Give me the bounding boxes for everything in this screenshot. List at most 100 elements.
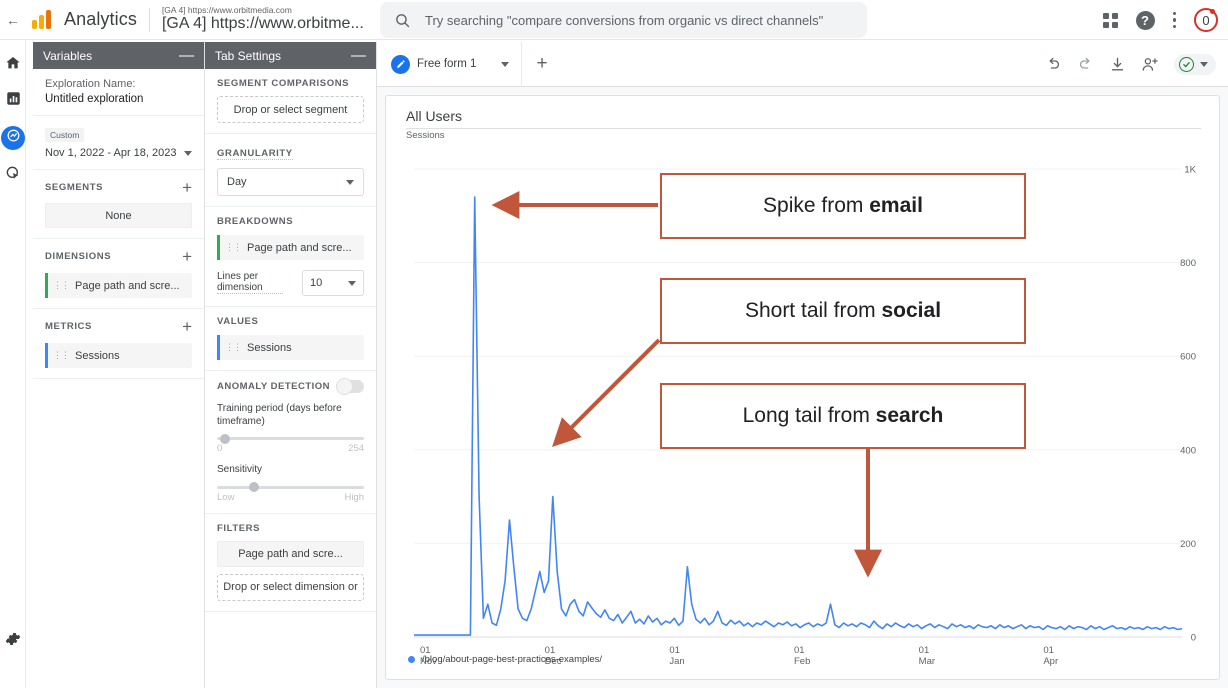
add-metric-button[interactable]: + [182,318,192,335]
apps-grid-icon[interactable] [1102,12,1118,28]
reports-icon [6,91,21,111]
anomaly-detection-label: ANOMALY DETECTION [217,380,331,392]
drag-handle-icon[interactable]: ⋮⋮ [225,343,242,352]
collapse-variables-icon[interactable]: — [179,48,194,63]
app-header: ← Analytics [GA 4] https://www.orbitmedi… [0,0,1228,40]
segments-label: SEGMENTS [45,182,104,193]
filter-chip-page-path[interactable]: Page path and scre... [217,540,364,567]
back-arrow-icon[interactable]: ← [2,12,24,28]
training-period-label: Training period (days before timeframe) [217,403,342,427]
breakdown-chip-page-path[interactable]: ⋮⋮ Page path and scre... [217,235,364,260]
metric-chip-sessions[interactable]: ⋮⋮ Sessions [45,343,192,368]
pencil-icon [391,54,410,74]
sensitivity-min: Low [217,491,235,503]
header-actions: ? 0 [1102,0,1218,40]
x-axis-tick-day: 01 [1043,645,1054,656]
date-range-section[interactable]: Custom Nov 1, 2022 - Apr 18, 2023 [33,116,204,170]
drag-handle-icon[interactable]: ⋮⋮ [225,243,242,252]
avatar[interactable]: 0 [1194,8,1218,32]
date-range-chip: Custom [45,128,85,142]
breakdowns-label: BREAKDOWNS [217,216,294,227]
home-icon [5,55,21,76]
x-axis-tick-day: 01 [794,645,805,656]
sidebar-item-advertising[interactable] [2,164,24,186]
lines-per-dimension-row: Lines per dimension 10 [217,270,364,296]
undo-icon[interactable] [1045,56,1062,73]
sidebar-item-explore[interactable] [1,126,25,150]
value-chip-sessions[interactable]: ⋮⋮ Sessions [217,335,364,360]
drag-handle-icon[interactable]: ⋮⋮ [53,281,70,290]
canvas-toolbar [1045,42,1216,86]
y-axis-tick-label: 200 [1180,539,1196,550]
search-input[interactable] [423,11,853,29]
segment-item-none[interactable]: None [45,203,192,228]
dimension-chip-page-path[interactable]: ⋮⋮ Page path and scre... [45,273,192,298]
sensitivity-label: Sensitivity [217,464,263,475]
chevron-down-icon[interactable] [184,150,192,156]
anomaly-detection-section: ANOMALY DETECTION Training period (days … [205,371,376,514]
training-period-max: 254 [348,443,364,454]
more-vertical-icon[interactable] [1172,11,1176,29]
annotation-box-search: Long tail from search [660,383,1026,449]
metrics-label: METRICS [45,321,92,332]
header-divider [148,7,150,32]
filter-dropzone-label: Drop or select dimension or [223,581,358,593]
anomaly-detection-toggle[interactable] [336,378,364,395]
lines-per-dimension-label: Lines per dimension [217,271,283,294]
annotation-box-email: Spike from email [660,173,1026,239]
chevron-down-icon[interactable] [501,61,510,67]
training-period-slider[interactable] [217,433,364,444]
add-dimension-button[interactable]: + [182,248,192,265]
date-range-selector[interactable]: Nov 1, 2022 - Apr 18, 2023 [45,147,192,159]
status-badge[interactable] [1174,53,1216,75]
share-add-user-icon[interactable] [1141,56,1159,73]
granularity-label: GRANULARITY [217,148,293,160]
check-circle-icon [1179,56,1194,72]
chevron-down-icon[interactable] [348,280,356,286]
annotation-text-social: Short tail from social [744,299,942,322]
advertising-icon [5,165,21,186]
granularity-select[interactable]: Day [217,168,364,196]
property-selector[interactable]: [GA 4] https://www.orbitmedia.com [GA 4]… [162,6,364,33]
legend-color-swatch [408,656,415,663]
add-tab-button[interactable]: + [522,53,561,75]
tab-free-form-1[interactable]: Free form 1 [377,42,523,86]
filter-dropzone[interactable]: Drop or select dimension or [217,573,364,601]
segment-none-label: None [105,209,132,222]
training-period-min: 0 [217,443,223,454]
breakdowns-section: BREAKDOWNS ⋮⋮ Page path and scre... Line… [205,207,376,307]
sidebar-item-home[interactable] [2,54,24,76]
y-axis-tick-label: 600 [1180,352,1196,363]
annotation-text-search: Long tail from search [742,404,944,427]
download-icon[interactable] [1109,56,1126,73]
granularity-section: GRANULARITY Day [205,134,376,207]
search-icon [394,12,411,29]
variables-panel-header: Variables — [33,42,204,69]
y-axis-tick-label: 800 [1180,258,1196,269]
x-axis-tick-month: Feb [794,656,810,667]
lines-per-dimension-select[interactable]: 10 [302,270,364,296]
annotation-box-social: Short tail from social [660,278,1026,344]
segment-dropzone[interactable]: Drop or select segment [217,96,364,123]
search-bar[interactable] [380,2,867,38]
sensitivity-slider[interactable] [217,482,364,492]
collapse-tab-settings-icon[interactable]: — [351,48,366,63]
exploration-name-label: Exploration Name: [45,78,136,90]
legend-label: /blog/about-page-best-practices-examples… [422,654,603,665]
exploration-name-section[interactable]: Exploration Name: Untitled exploration [33,69,204,116]
help-icon[interactable]: ? [1135,10,1155,30]
redo-icon[interactable] [1077,56,1094,73]
drag-handle-icon[interactable]: ⋮⋮ [53,351,70,360]
chart-legend: /blog/about-page-best-practices-examples… [408,654,602,665]
brand-title: Analytics [64,9,137,29]
sidebar-item-admin[interactable] [2,630,24,652]
x-axis-tick-month: Apr [1043,656,1058,667]
x-axis-tick-month: Jan [669,656,684,667]
chevron-down-icon[interactable] [346,179,354,185]
breakdown-chip-label: Page path and scre... [247,241,352,254]
sidebar-item-reports[interactable] [2,90,24,112]
chevron-down-icon[interactable] [1200,61,1208,67]
add-segment-button[interactable]: + [182,179,192,196]
nav-rail [0,40,26,688]
y-axis-tick-label: 400 [1180,445,1196,456]
